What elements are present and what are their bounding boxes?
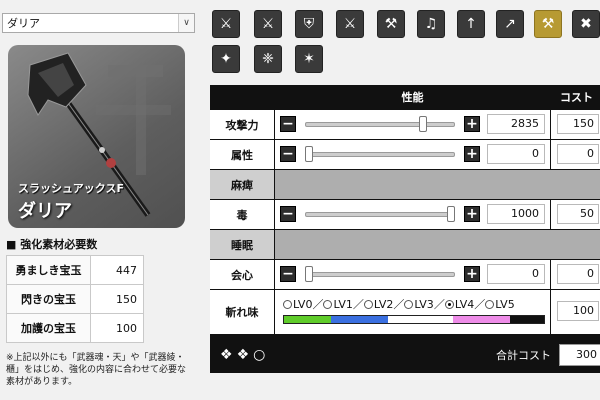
sharpness-radio-lv5[interactable]: LV5 (485, 296, 515, 312)
material-row: 加護の宝玉 100 (6, 313, 144, 343)
sharpness-radio-lv3[interactable]: LV3 (404, 296, 434, 312)
sharpness-bar (283, 315, 545, 324)
poison-slider[interactable] (305, 212, 455, 217)
dual-blades-icon[interactable]: ⚔ (336, 10, 364, 38)
increase-button[interactable]: + (464, 266, 480, 282)
disabled-band (275, 170, 600, 199)
decrease-button[interactable]: − (280, 116, 296, 132)
cost-field: 150 (557, 114, 599, 134)
material-name: 閃きの宝玉 (6, 284, 91, 314)
sharpness-segment (510, 316, 544, 323)
sharpness-radio-lv1[interactable]: LV1 (323, 296, 353, 312)
row-label: 属性 (210, 140, 274, 169)
long-sword-icon[interactable]: ⚔ (254, 10, 282, 38)
row-label: 睡眠 (210, 230, 274, 259)
weapon-select[interactable]: ダリア ∨ (2, 13, 195, 33)
weapon-select-value: ダリア (7, 17, 40, 30)
sharpness-radio-lv4[interactable]: LV4 (444, 296, 474, 312)
element-slider[interactable] (305, 152, 455, 157)
value-field[interactable]: 2835 (487, 114, 545, 134)
value-field[interactable]: 1000 (487, 204, 545, 224)
increase-button[interactable]: + (464, 206, 480, 222)
insect-glaive-icon[interactable]: ✦ (212, 45, 240, 73)
attack-slider[interactable] (305, 122, 455, 127)
material-value: 447 (90, 255, 144, 285)
disabled-band (275, 230, 600, 259)
magnet-spike-icon[interactable]: ❈ (254, 45, 282, 73)
row-label: 攻撃力 (210, 110, 274, 139)
increase-button[interactable]: + (464, 146, 480, 162)
separator: ／ (352, 298, 364, 311)
sharpness-segment (387, 316, 453, 323)
header-cost: コスト (560, 91, 593, 104)
row-affinity: 会心 − + 0 0 (210, 260, 600, 289)
cost-field: 50 (557, 204, 599, 224)
separator: ／ (393, 298, 405, 311)
row-paralysis: 麻痺 (210, 170, 600, 199)
affinity-slider[interactable] (305, 272, 455, 277)
lance-icon[interactable]: ↑ (457, 10, 485, 38)
tonfa-icon[interactable]: ✖ (572, 10, 600, 38)
diamond-filled-icon[interactable]: ❖ (220, 347, 233, 363)
header-performance: 性能 (401, 91, 424, 104)
weapon-image: スラッシュアックスF ダリア (8, 45, 185, 228)
performance-table: 性能 コスト 攻撃力 − + 2835 150 属性 − + 0 0 麻痺 毒 (210, 85, 600, 373)
cost-field: 0 (557, 264, 599, 284)
row-sleep: 睡眠 (210, 230, 600, 259)
decrease-button[interactable]: − (280, 266, 296, 282)
materials-table: 勇ましき宝玉 447 閃きの宝玉 150 加護の宝玉 100 (6, 255, 144, 343)
material-row: 閃きの宝玉 150 (6, 284, 144, 314)
total-cost-label: 合計コスト (496, 349, 551, 362)
row-element: 属性 − + 0 0 (210, 140, 600, 169)
sharpness-levels: LV0 ／ LV1 ／ LV2 ／ LV3 ／ LV4 ／ LV5 (283, 296, 515, 312)
increase-button[interactable]: + (464, 116, 480, 132)
switch-axe-icon[interactable]: ⚒ (534, 10, 562, 38)
decrease-button[interactable]: − (280, 146, 296, 162)
material-name: 加護の宝玉 (6, 313, 91, 343)
separator: ／ (433, 298, 445, 311)
row-poison: 毒 − + 1000 50 (210, 200, 600, 229)
sharpness-radio-lv0[interactable]: LV0 (283, 296, 312, 312)
separator: ／ (312, 298, 324, 311)
material-value: 150 (90, 284, 144, 314)
separator: ／ (474, 298, 486, 311)
row-label: 斬れ味 (210, 290, 274, 334)
row-label: 会心 (210, 260, 274, 289)
cost-field: 100 (557, 301, 599, 321)
row-attack: 攻撃力 − + 2835 150 (210, 110, 600, 139)
value-field[interactable]: 0 (487, 264, 545, 284)
row-label: 麻痺 (210, 170, 274, 199)
slider-thumb[interactable] (447, 206, 455, 222)
material-row: 勇ましき宝玉 447 (6, 255, 144, 285)
row-label: 毒 (210, 200, 274, 229)
cost-field: 0 (557, 144, 599, 164)
diamond-outline-icon[interactable]: ❖ (237, 347, 250, 363)
bowgun-icon[interactable]: ✶ (295, 45, 323, 73)
sharpness-segment (452, 316, 511, 323)
materials-note: ※上記以外にも「武器魂・天」や「武器綾・櫃」をはじめ、強化の内容に合わせて必要な… (6, 353, 187, 387)
hammer-icon[interactable]: ⚒ (377, 10, 405, 38)
circle-icon[interactable]: ○ (253, 347, 265, 363)
sharpness-segment (330, 316, 388, 323)
slider-thumb[interactable] (305, 146, 313, 162)
slider-thumb[interactable] (418, 116, 427, 132)
decrease-button[interactable]: − (280, 206, 296, 222)
slider-thumb[interactable] (305, 266, 313, 282)
total-cost-value: 300 (559, 344, 600, 366)
weapon-class: スラッシュアックスF (18, 182, 124, 195)
sharpness-radio-lv2[interactable]: LV2 (363, 296, 393, 312)
sword-shield-icon[interactable]: ⛨ (295, 10, 323, 38)
great-sword-icon[interactable]: ⚔ (212, 10, 240, 38)
value-field[interactable]: 0 (487, 144, 545, 164)
toolbar-icons: ❖ ❖ ○ (220, 347, 265, 363)
materials-title: ■ 強化素材必要数 (6, 238, 98, 251)
sharpness-segment (284, 316, 331, 323)
chevron-down-icon[interactable]: ∨ (178, 14, 194, 32)
row-sharpness: 斬れ味 LV0 ／ LV1 ／ LV2 ／ LV3 ／ LV4 ／ LV5 100 (210, 290, 600, 334)
hunting-horn-icon[interactable]: ♫ (417, 10, 445, 38)
material-name: 勇ましき宝玉 (6, 255, 91, 285)
gunlance-icon[interactable]: ↗ (496, 10, 524, 38)
weapon-name: ダリア (18, 201, 72, 222)
material-value: 100 (90, 313, 144, 343)
